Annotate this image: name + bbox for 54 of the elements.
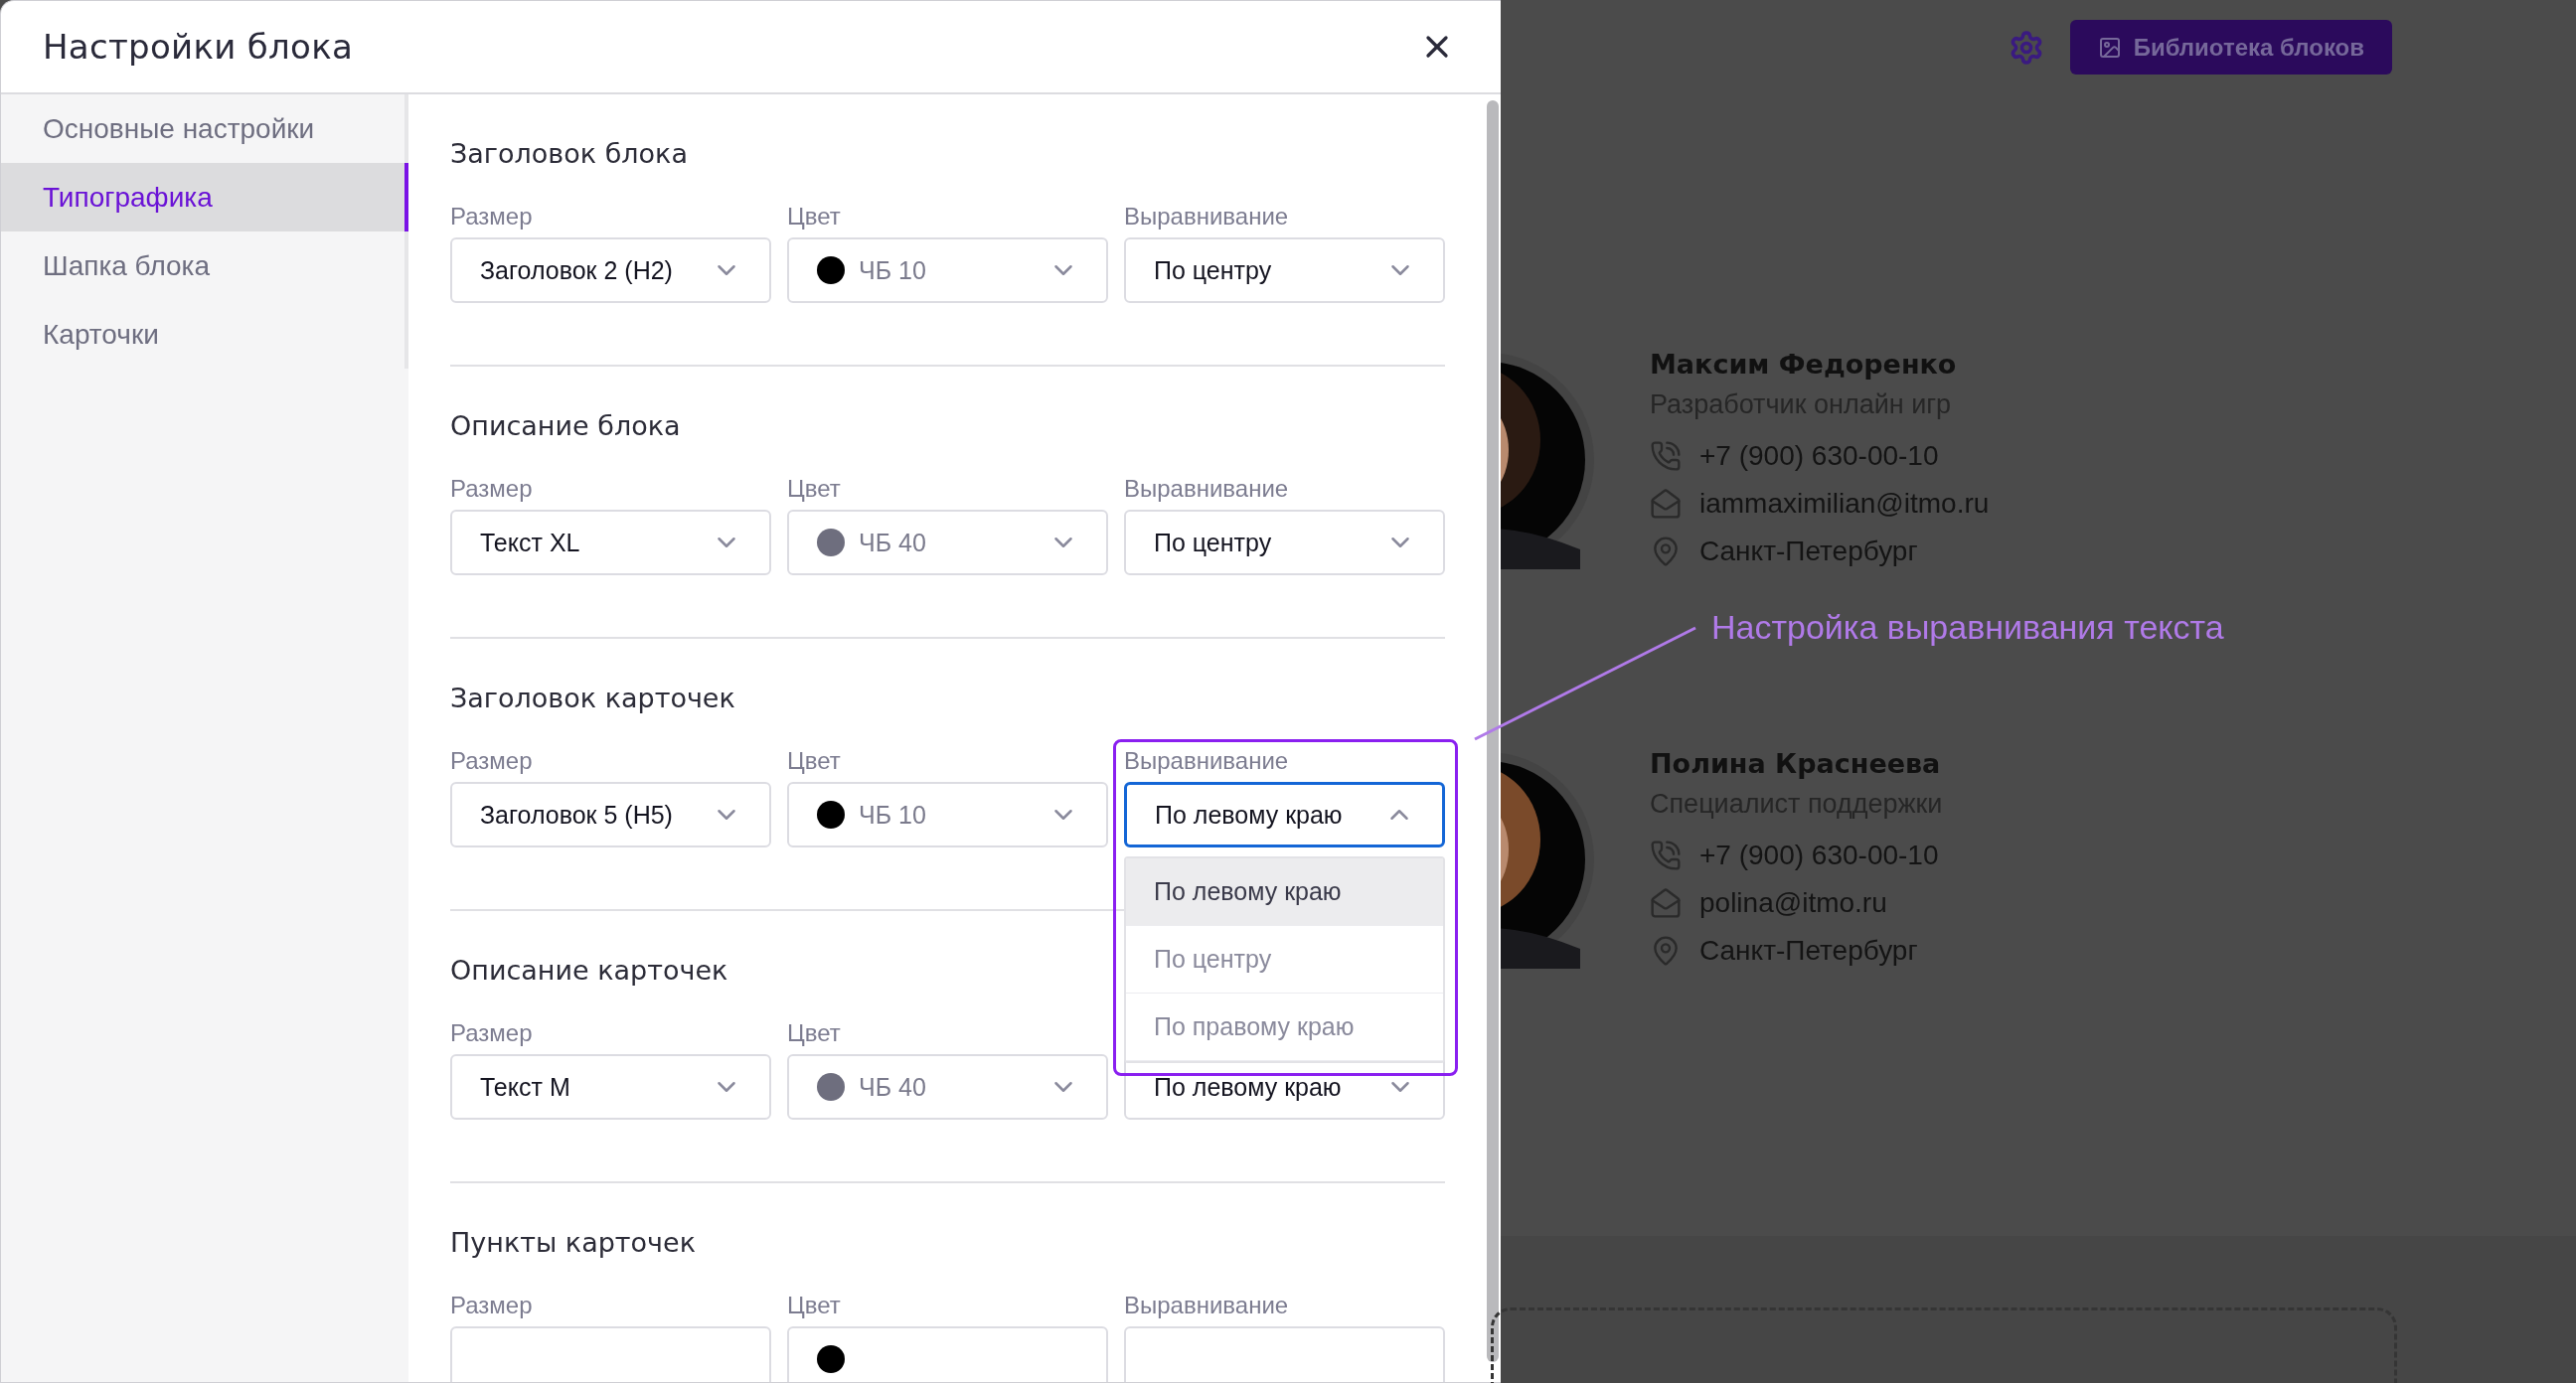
select-field[interactable]: Заголовок 5 (H5) (450, 782, 771, 847)
image-icon (2097, 35, 2122, 60)
mail-icon (1650, 887, 1682, 919)
color-select[interactable]: ЧБ 10 (787, 782, 1108, 847)
field-label: Цвет (787, 1019, 842, 1047)
city-name: Санкт-Петербург (1699, 536, 1918, 567)
library-button[interactable]: Библиотека блоков (2069, 20, 2392, 75)
field-label: Цвет (787, 747, 842, 775)
select-field[interactable]: Заголовок 2 (H2) (450, 237, 771, 303)
phone-icon (1650, 840, 1682, 871)
field-label: Выравнивание (1124, 747, 1290, 775)
email-address: iammaximilian@itmo.ru (1699, 488, 1990, 520)
color-select[interactable]: ЧБ 10 (787, 237, 1108, 303)
email-address: polina@itmo.ru (1699, 887, 1887, 919)
field-label: Размер (450, 203, 534, 230)
select-field[interactable]: По левому краю (1124, 782, 1445, 847)
person-name: Полина Краснеева (1650, 747, 1942, 781)
dropdown-option[interactable]: По левому краю (1126, 858, 1443, 926)
sidebar-item[interactable]: Карточки (1, 300, 408, 369)
field-label: Цвет (787, 203, 842, 230)
section-title: Пункты карточек (450, 1226, 696, 1260)
field-label: Размер (450, 747, 534, 775)
field-label: Размер (450, 1292, 534, 1319)
field-label: Выравнивание (1124, 1292, 1290, 1319)
field-label: Выравнивание (1124, 475, 1290, 503)
field-label: Размер (450, 1019, 534, 1047)
sidebar-item[interactable]: Шапка блока (1, 231, 408, 300)
section-title: Описание карточек (450, 954, 728, 988)
sidebar-item[interactable]: Типографика (1, 163, 408, 231)
phone-number: +7 (900) 630-00-10 (1699, 840, 1939, 871)
section-title: Заголовок карточек (450, 682, 735, 715)
field-label: Выравнивание (1124, 203, 1290, 230)
select-field[interactable]: Текст XL (450, 510, 771, 575)
scrollbar[interactable] (1487, 100, 1499, 1362)
annotation-text: Настройка выравнивания текста (1711, 608, 2224, 647)
dialog-title: Настройки блока (43, 27, 354, 67)
field-label: Цвет (787, 1292, 842, 1319)
mail-icon (1650, 488, 1682, 520)
section-title: Описание блока (450, 409, 681, 443)
color-select[interactable]: ЧБ 40 (787, 1054, 1108, 1120)
select-field[interactable]: Текст M (450, 1054, 771, 1120)
select-field[interactable]: По центру (1124, 237, 1445, 303)
field-label: Цвет (787, 475, 842, 503)
person-name: Максим Федоренко (1650, 348, 1958, 382)
select-field[interactable]: По центру (1124, 510, 1445, 575)
phone-icon (1650, 440, 1682, 472)
color-select[interactable] (787, 1326, 1108, 1382)
phone-number: +7 (900) 630-00-10 (1699, 440, 1939, 472)
field-label: Размер (450, 475, 534, 503)
select-field[interactable] (1124, 1326, 1445, 1382)
section-title: Заголовок блока (450, 137, 688, 171)
select-field[interactable] (450, 1326, 771, 1382)
city-name: Санкт-Петербург (1699, 935, 1918, 967)
color-select[interactable]: ЧБ 40 (787, 510, 1108, 575)
